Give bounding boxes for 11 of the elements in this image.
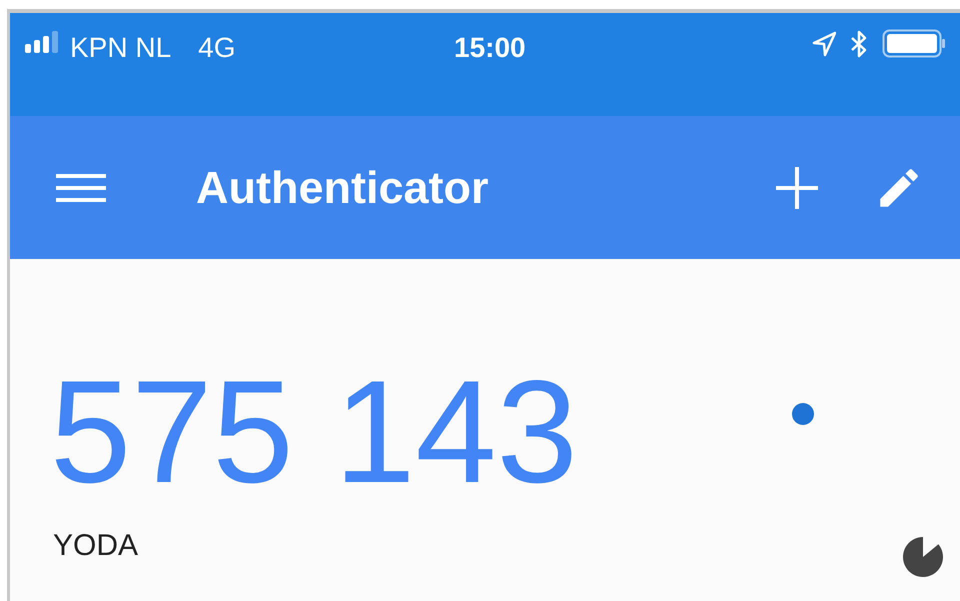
clock-time: 15:00 <box>454 31 526 65</box>
bluetooth-icon <box>850 30 868 58</box>
carrier-name: KPN NL <box>70 31 172 65</box>
battery-icon <box>882 29 946 59</box>
countdown-timer-icon <box>903 537 943 577</box>
verification-code: 575 143 <box>50 359 578 505</box>
add-icon[interactable] <box>776 166 818 208</box>
network-type: 4G <box>198 31 236 65</box>
location-arrow-icon <box>812 31 836 57</box>
account-name: YODA <box>53 531 138 561</box>
app-title: Authenticator <box>196 160 488 215</box>
